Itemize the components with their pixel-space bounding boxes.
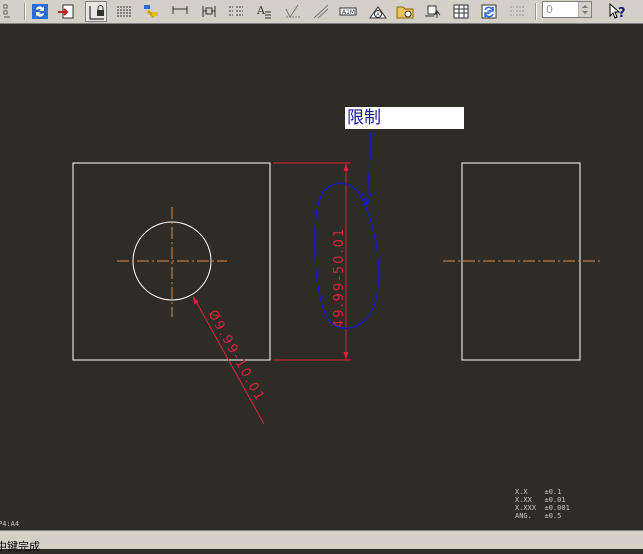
markup-note[interactable]: 限制 <box>345 107 464 129</box>
svg-text:A: A <box>376 12 380 18</box>
note-icon[interactable] <box>113 1 135 22</box>
dim-text-vertical: 49.99-50.01 <box>332 227 347 328</box>
markup-note-text: 限制 <box>347 108 381 128</box>
tolerance-row: ANG. ±0.5 <box>515 512 562 520</box>
svg-text:?: ? <box>618 6 626 20</box>
text-style-icon[interactable]: A <box>253 1 275 22</box>
drawing-geometry: 49.99-50.01 Ø9.99-10.01 <box>72 131 600 425</box>
regenerate-icon[interactable] <box>29 1 51 22</box>
status-message: 中键完成 <box>0 540 40 553</box>
drawing-toolbar: A A1M A 0 ? <box>0 0 643 24</box>
datum-icon[interactable]: A1M <box>337 1 359 22</box>
dim-arrow-top <box>343 163 349 171</box>
front-view <box>72 162 271 361</box>
layout-icon[interactable] <box>0 1 22 22</box>
quantity-stepper[interactable]: 0 <box>542 1 592 18</box>
slash-icon[interactable] <box>310 1 332 22</box>
import-icon[interactable] <box>55 1 77 22</box>
diameter-arrow <box>193 296 199 305</box>
ordinate-dimension-icon[interactable] <box>198 1 220 22</box>
markup-arrowhead <box>361 192 372 206</box>
dim-arrow-bottom <box>343 352 349 360</box>
table-icon[interactable] <box>450 1 472 22</box>
svg-text:A: A <box>256 4 266 17</box>
tolerance-table: X.X ±0.1 X.XX ±0.01 X.XXX ±0.001 ANG. ±0… <box>515 488 570 520</box>
dim-text-diameter: Ø9.99-10.01 <box>205 308 268 405</box>
list-icon[interactable] <box>506 1 528 22</box>
surface-finish-icon[interactable] <box>282 1 304 22</box>
symbol-icon[interactable] <box>394 1 416 22</box>
context-help-icon[interactable]: ? <box>606 1 628 22</box>
sheet-label: P4:A4 <box>0 520 20 528</box>
svg-text:A1M: A1M <box>342 9 355 16</box>
tolerance-row: X.XX ±0.01 <box>515 496 566 504</box>
move-icon[interactable] <box>422 1 444 22</box>
tolerance-row: X.XXX ±0.001 <box>515 504 570 512</box>
dimension-icon[interactable] <box>169 1 191 22</box>
drawing-canvas[interactable]: 49.99-50.01 Ø9.99-10.01 <box>0 24 643 530</box>
stepper-value: 0 <box>546 3 553 16</box>
show-annotations-icon[interactable] <box>140 1 162 22</box>
status-bar: 中键完成 <box>0 530 643 553</box>
stepper-arrows[interactable] <box>578 2 591 17</box>
tolerance-row: X.X ±0.1 <box>515 488 562 496</box>
lock-view-icon[interactable] <box>85 1 107 22</box>
balloon-icon[interactable]: A <box>367 1 389 22</box>
reference-dimension-icon[interactable] <box>225 1 247 22</box>
repeat-region-icon[interactable] <box>478 1 500 22</box>
